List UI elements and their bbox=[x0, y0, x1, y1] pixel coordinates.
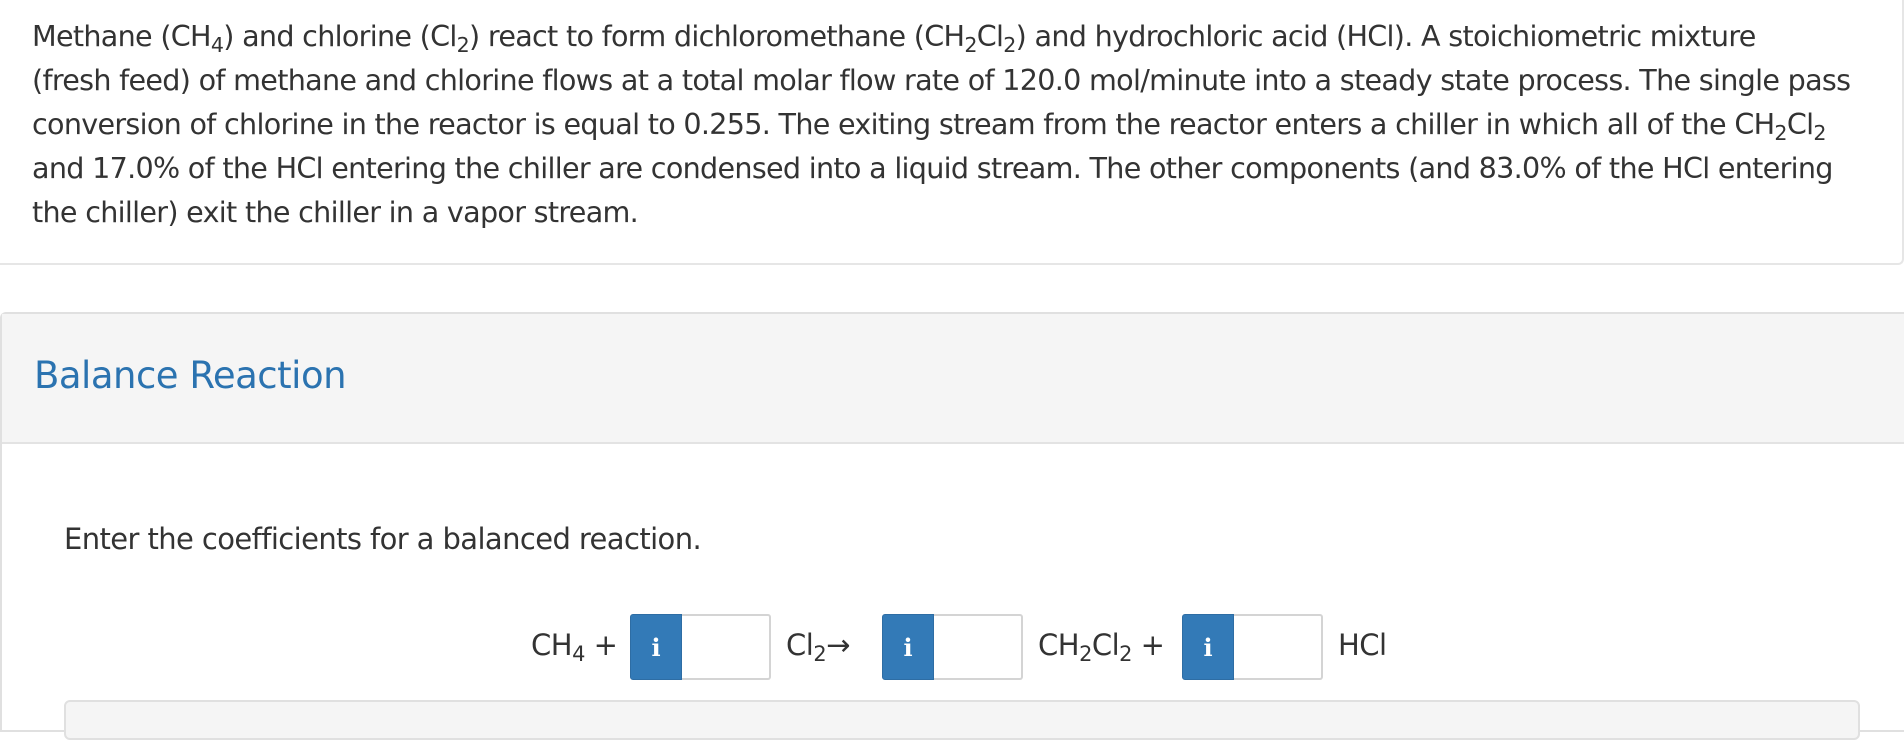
subscript: 2 bbox=[456, 32, 470, 57]
problem-line-5: the chiller) exit the chiller in a vapor… bbox=[32, 195, 639, 229]
reaction-equation: CH4 + i Cl2→ i CH2Cl2 + i HCl bbox=[2, 614, 1904, 680]
hcl-coefficient-input[interactable] bbox=[1234, 614, 1323, 680]
section-title: Balance Reaction bbox=[34, 354, 347, 397]
subscript: 2 bbox=[1774, 120, 1787, 145]
species-text: Cl bbox=[786, 628, 814, 662]
species-text: CH bbox=[1038, 628, 1080, 662]
coefficient-group-hcl: i bbox=[1182, 614, 1323, 680]
problem-line-4: and 17.0% of the HCl entering the chille… bbox=[32, 151, 1833, 185]
reactant-ch4: CH4 + bbox=[531, 628, 618, 664]
species-text: CH bbox=[531, 628, 573, 662]
subscript: 4 bbox=[572, 641, 585, 666]
section-header: Balance Reaction bbox=[2, 314, 1904, 444]
problem-statement-text: Methane (CH4) and chlorine (Cl2) react t… bbox=[32, 14, 1877, 234]
problem-line-2: (fresh feed) of methane and chlorine flo… bbox=[32, 63, 1851, 97]
balance-reaction-section: Balance Reaction Enter the coefficients … bbox=[0, 312, 1904, 740]
reaction-arrow: → bbox=[826, 628, 850, 662]
species-text: Cl bbox=[1091, 628, 1120, 662]
problem-text-segment: ) and hydrochloric acid (HCl). A stoichi… bbox=[1015, 19, 1757, 53]
product-hcl: HCl bbox=[1338, 628, 1387, 662]
reactant-cl2: Cl2→ bbox=[786, 628, 850, 664]
subscript: 4 bbox=[210, 32, 224, 57]
problem-text-segment: Cl bbox=[1786, 107, 1814, 141]
plus-sign: + bbox=[1131, 628, 1165, 662]
instruction-text: Enter the coefficients for a balanced re… bbox=[64, 522, 702, 556]
subscript: 2 bbox=[813, 641, 827, 666]
subscript: 2 bbox=[1003, 32, 1016, 57]
answer-feedback-panel bbox=[64, 700, 1860, 740]
problem-line-3: conversion of chlorine in the reactor is… bbox=[32, 102, 1877, 146]
info-icon[interactable]: i bbox=[630, 614, 682, 680]
subscript: 2 bbox=[1813, 120, 1826, 145]
subscript: 2 bbox=[964, 32, 977, 57]
plus-sign: + bbox=[584, 628, 618, 662]
product-ch2cl2: CH2Cl2 + bbox=[1038, 628, 1165, 664]
ch2cl2-coefficient-input[interactable] bbox=[934, 614, 1023, 680]
info-icon[interactable]: i bbox=[1182, 614, 1234, 680]
coefficient-group-cl2: i bbox=[630, 614, 771, 680]
problem-text-segment: Methane (CH bbox=[32, 19, 212, 53]
problem-text-segment: conversion of chlorine in the reactor is… bbox=[32, 107, 1775, 141]
subscript: 2 bbox=[1079, 641, 1092, 666]
cl2-coefficient-input[interactable] bbox=[682, 614, 771, 680]
problem-text-segment: Cl bbox=[976, 19, 1004, 53]
problem-text-segment: ) and chlorine (Cl bbox=[223, 19, 457, 53]
info-icon[interactable]: i bbox=[882, 614, 934, 680]
problem-line-1: Methane (CH4) and chlorine (Cl2) react t… bbox=[32, 14, 1877, 58]
subscript: 2 bbox=[1119, 641, 1132, 666]
problem-text-segment: ) react to form dichloromethane (CH bbox=[469, 19, 965, 53]
problem-statement-card: Methane (CH4) and chlorine (Cl2) react t… bbox=[0, 0, 1904, 265]
coefficient-group-ch2cl2: i bbox=[882, 614, 1023, 680]
